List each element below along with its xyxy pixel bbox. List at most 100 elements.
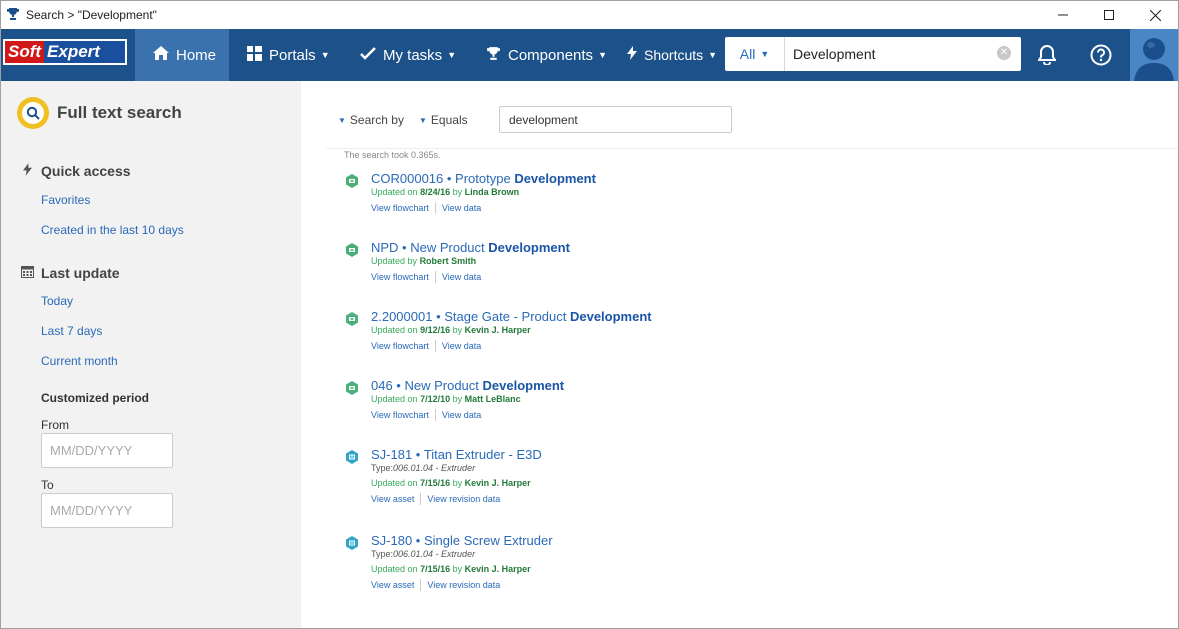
result-title-highlight: Development [482,378,565,393]
clear-search-icon[interactable]: ✕ [997,46,1011,60]
last-update-label: Last update [41,265,120,281]
search-by-dropdown[interactable]: ▼ Search by [338,113,404,127]
result-title-link[interactable]: 046 • New Product Development [371,378,564,393]
result-action-secondary-link[interactable]: View data [442,341,481,351]
result-title-link[interactable]: 2.2000001 • Stage Gate - Product Develop… [371,309,652,324]
softexpert-logo[interactable]: Soft Expert [3,39,127,65]
result-action-primary-link[interactable]: View flowchart [371,203,429,213]
search-scope-dropdown[interactable]: All ▼ [725,37,785,71]
search-icon [17,97,49,129]
result-date: 9/12/16 [420,325,451,335]
result-title-highlight: Development [569,309,652,324]
sidebar-title: Full text search [57,103,182,122]
title-bar: Search > "Development" [1,1,1178,29]
equals-label: Equals [430,113,468,127]
result-action-secondary-link[interactable]: View data [442,410,481,420]
result-title-link[interactable]: SJ-181 • Titan Extruder - E3D [371,447,542,462]
action-separator [420,493,422,505]
result-updated-label: Updated on [371,564,418,574]
result-updated-label: Updated on [371,187,418,197]
result-meta: Updated on 9/12/16 by Kevin J. Harper [371,325,531,335]
result-title-text: 046 • New Product [371,378,483,393]
nav-components-label: Components [508,46,594,64]
search-result-item: SJ-181 • Titan Extruder - E3D Type:006.01… [341,447,761,527]
minimize-button[interactable] [1040,1,1086,29]
nav-home[interactable]: Home [135,29,229,81]
result-title-highlight: Development [514,171,596,186]
close-icon [1149,9,1161,21]
quick-access-heading: Quick access [19,163,131,179]
result-title-link[interactable]: NPD • New Product Development [371,240,570,255]
last-update-heading: Last update [19,265,120,281]
equals-dropdown[interactable]: ▼ Equals [419,113,468,127]
sidebar: Full text search Quick access Favorites … [1,81,301,628]
chevron-down-icon: ▼ [708,50,718,60]
action-separator [434,202,436,214]
result-actions: View flowchart View data [371,271,481,283]
nav-home-label: Home [176,46,217,64]
to-date-field[interactable] [41,493,173,528]
nav-my-tasks[interactable]: My tasks ▼ [360,29,456,81]
nav-portals[interactable]: Portals ▼ [247,29,330,81]
result-actions: View asset View revision data [371,579,500,591]
grid-icon [247,45,262,65]
result-by: by [452,394,463,404]
query-input[interactable] [499,106,732,133]
link-favorites[interactable]: Favorites [41,193,90,207]
result-meta: Updated on 7/15/16 by Kevin J. Harper [371,478,531,488]
result-action-primary-link[interactable]: View flowchart [371,341,429,351]
process-icon [345,243,359,257]
result-action-secondary-link[interactable]: View data [442,272,481,282]
top-navbar: Soft Expert Home Portals ▼ My tasks ▼ Co… [1,29,1178,81]
result-action-primary-link[interactable]: View asset [371,494,414,504]
result-title-link[interactable]: SJ-180 • Single Screw Extruder [371,533,553,548]
help-button[interactable] [1081,29,1121,81]
sidebar-header: Full text search [17,97,182,129]
result-user: Kevin J. Harper [464,564,531,574]
nav-shortcuts[interactable]: Shortcuts ▼ [627,29,717,81]
result-title-highlight: Development [488,240,570,255]
result-action-secondary-link[interactable]: View revision data [427,494,500,504]
trophy-icon [486,46,501,65]
chevron-down-icon: ▼ [447,50,457,60]
notifications-button[interactable] [1027,29,1067,81]
result-by: by [452,564,463,574]
result-date: 7/15/16 [420,478,451,488]
result-actions: View flowchart View data [371,409,481,421]
user-avatar[interactable] [1130,29,1178,81]
result-title-text: 2.2000001 • Stage Gate - Product [371,309,570,324]
result-updated-label: Updated on [371,325,418,335]
result-action-secondary-link[interactable]: View revision data [427,580,500,590]
nav-shortcuts-label: Shortcuts [644,47,704,63]
result-date: 7/12/10 [420,394,451,404]
result-type-value: 006.01.04 - Extruder [393,549,476,559]
trophy-icon [6,7,22,23]
link-last-7-days[interactable]: Last 7 days [41,324,102,338]
result-title-link[interactable]: COR000016 • Prototype Development [371,171,596,186]
search-result-item: 046 • New Product Development Updated on … [341,378,761,438]
result-type: Type:006.01.04 - Extruder [371,463,475,473]
link-today[interactable]: Today [41,294,73,308]
result-action-primary-link[interactable]: View flowchart [371,272,429,282]
user-avatar-icon [1134,38,1174,81]
result-user: Robert Smith [419,256,477,266]
maximize-button[interactable] [1086,1,1132,29]
result-title-text: SJ-181 • Titan Extruder - E3D [371,447,542,462]
result-action-primary-link[interactable]: View flowchart [371,410,429,420]
result-action-primary-link[interactable]: View asset [371,580,414,590]
link-created-last-10-days[interactable]: Created in the last 10 days [41,223,184,237]
chevron-down-icon: ▼ [338,115,346,125]
asset-icon [345,536,359,550]
search-input[interactable] [793,39,993,69]
close-button[interactable] [1132,1,1178,29]
minimize-icon [1058,14,1068,16]
nav-components[interactable]: Components ▼ [486,29,607,81]
from-date-field[interactable] [41,433,173,468]
bell-icon [1038,45,1056,65]
result-action-secondary-link[interactable]: View data [442,203,481,213]
result-by: by [452,325,463,335]
nav-portals-label: Portals [269,46,316,64]
link-current-month[interactable]: Current month [41,354,118,368]
result-date: 8/24/16 [420,187,451,197]
app-window: Search > "Development" Soft Expert Home … [0,0,1179,629]
